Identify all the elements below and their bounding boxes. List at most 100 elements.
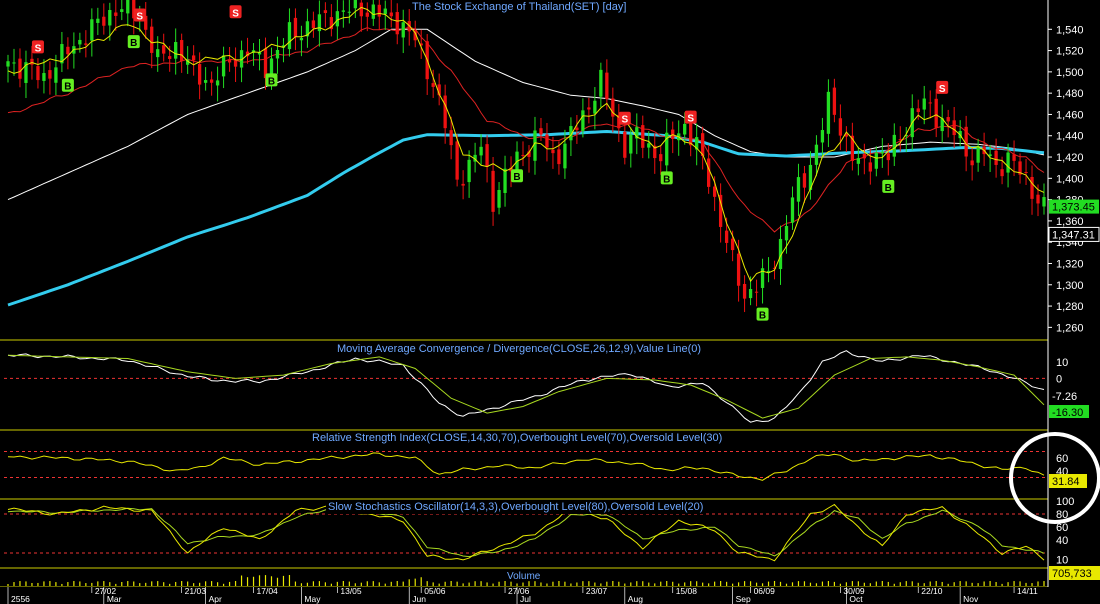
volume-bar — [468, 582, 470, 586]
candle-body — [838, 118, 843, 136]
volume-bar — [977, 583, 979, 586]
candle-body — [862, 153, 866, 159]
macd-last-label: -7.26 — [1052, 391, 1077, 403]
volume-bar — [133, 581, 135, 586]
candle-body — [701, 133, 705, 156]
volume-bar — [91, 582, 93, 586]
price-tick-label: 1,440 — [1056, 131, 1084, 143]
volume-bar — [157, 581, 159, 586]
volume-bar — [222, 583, 225, 586]
volume-bar — [288, 575, 291, 586]
candle-body — [299, 37, 304, 41]
volume-bar — [672, 581, 674, 586]
volume-bar — [803, 581, 806, 586]
volume-bar — [875, 581, 877, 586]
candle-body — [335, 11, 340, 27]
price-tick-label: 1,540 — [1056, 24, 1084, 36]
candle-body — [581, 110, 585, 131]
volume-bar — [402, 581, 404, 586]
candle-body — [557, 149, 561, 165]
volume-bar — [785, 583, 788, 586]
candle-body — [395, 12, 399, 35]
candle-body — [1006, 152, 1010, 173]
candle-body — [826, 91, 831, 134]
candle-body — [832, 87, 837, 115]
candle-body — [120, 9, 124, 12]
volume-bar — [145, 582, 147, 586]
date-label: Mar — [107, 594, 122, 604]
candle-body — [162, 45, 166, 54]
candle-body — [916, 108, 920, 112]
candle-body — [461, 183, 465, 186]
volume-bar — [726, 581, 728, 586]
volume-bar — [965, 581, 967, 586]
volume-bar — [246, 577, 249, 586]
sell-signal-label: S — [621, 115, 628, 126]
macd-title: Moving Average Convergence / Divergence(… — [335, 343, 704, 356]
candle-body — [371, 4, 375, 19]
volume-bar — [827, 581, 830, 586]
candle-body — [401, 22, 405, 38]
volume-bar — [869, 583, 871, 586]
volume-bar — [989, 581, 991, 586]
volume-bar — [19, 581, 21, 586]
volume-bar — [67, 582, 69, 586]
date-label: 2556 — [11, 594, 30, 604]
candle-body — [347, 11, 351, 13]
candle-body — [180, 40, 184, 62]
sell-signal-label: S — [136, 11, 143, 22]
volume-bar — [79, 581, 81, 586]
volume-bar — [558, 581, 560, 586]
candle-body — [880, 151, 884, 154]
volume-bar — [127, 581, 129, 586]
volume-bar — [300, 583, 303, 586]
date-label: 14/11 — [1017, 586, 1038, 596]
candle-body — [221, 55, 226, 77]
candle-body — [197, 63, 202, 85]
volume-bar — [318, 581, 320, 586]
candle-body — [485, 144, 489, 167]
candle-body — [503, 168, 507, 193]
volume-bar — [31, 582, 33, 586]
candle-body — [856, 158, 861, 164]
candle-body — [641, 125, 645, 148]
volume-bar — [971, 582, 973, 586]
volume-bar — [612, 581, 614, 586]
candle-body — [647, 143, 651, 148]
volume-bar — [85, 583, 87, 586]
volume-bar — [139, 583, 141, 586]
date-label: 23/07 — [586, 586, 608, 596]
volume-bar — [420, 577, 422, 586]
volume-bar — [911, 581, 913, 586]
volume-bar — [61, 583, 63, 586]
volume-bar — [1007, 582, 1009, 586]
date-label: Sep — [736, 594, 751, 604]
volume-bar — [552, 581, 554, 586]
volume-bar — [702, 582, 704, 586]
candle-body — [293, 17, 298, 37]
volume-bar — [49, 581, 51, 586]
candle-body — [874, 152, 878, 169]
candle-body — [150, 26, 154, 53]
date-label: 06/09 — [754, 586, 776, 596]
volume-bar — [25, 581, 27, 586]
candle-body — [748, 289, 753, 299]
macd-last-label: -16.30 — [1052, 407, 1083, 419]
candle-body — [946, 117, 950, 122]
volume-bar — [456, 581, 458, 586]
volume-bar — [576, 582, 578, 586]
candle-body — [796, 177, 801, 202]
candle-body — [431, 83, 435, 87]
volume-bar — [995, 581, 997, 586]
rsi-last-label: 31.84 — [1052, 476, 1080, 488]
buy-signal-label: B — [64, 82, 71, 93]
sell-signal-label: S — [939, 84, 946, 95]
volume-bar — [1013, 581, 1015, 586]
volume-bar — [240, 575, 243, 586]
candle-body — [587, 107, 591, 110]
candle-body — [96, 18, 100, 23]
rsi-tick-label: 60 — [1056, 453, 1068, 465]
candle-body — [311, 20, 316, 29]
candle-body — [90, 19, 94, 41]
volume-bar — [743, 581, 746, 586]
